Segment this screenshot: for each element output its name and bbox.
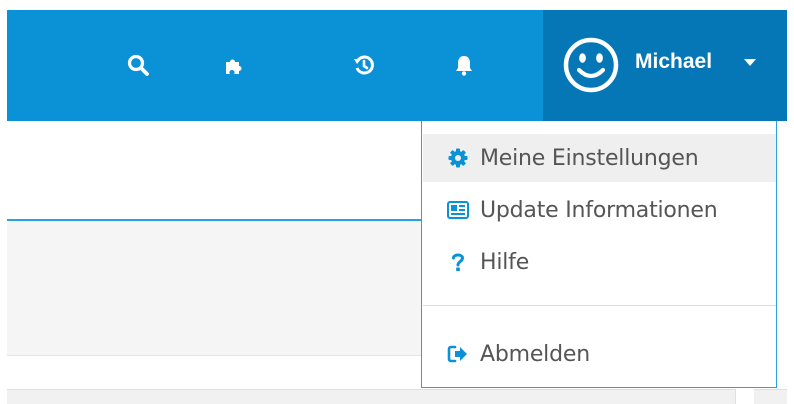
menu-item-help[interactable]: Hilfe bbox=[423, 238, 776, 286]
menu-item-logout[interactable]: Abmelden bbox=[423, 330, 776, 378]
content-panel bbox=[7, 221, 427, 356]
menu-item-label: Hilfe bbox=[480, 249, 530, 275]
caret-down-icon bbox=[744, 59, 756, 66]
menu-item-label: Update Informationen bbox=[480, 197, 718, 223]
content-header bbox=[7, 121, 427, 221]
menu-item-label: Abmelden bbox=[480, 341, 590, 367]
user-menu-toggle[interactable]: Michael bbox=[543, 10, 787, 121]
user-name: Michael bbox=[635, 50, 713, 73]
content-row bbox=[7, 389, 787, 404]
top-navigation-bar: Michael bbox=[7, 10, 787, 121]
history-icon[interactable] bbox=[347, 48, 381, 82]
menu-item-settings[interactable]: Meine Einstellungen bbox=[423, 134, 776, 182]
user-dropdown-menu: Meine Einstellungen Update Informationen bbox=[421, 121, 777, 388]
search-icon[interactable] bbox=[121, 48, 155, 82]
puzzle-icon[interactable] bbox=[217, 48, 251, 82]
scrollbar[interactable] bbox=[735, 389, 754, 404]
menu-item-update-info[interactable]: Update Informationen bbox=[423, 186, 776, 234]
page: Michael Meine Einstellungen Update Infor… bbox=[0, 0, 794, 404]
newspaper-icon bbox=[447, 199, 469, 221]
question-icon bbox=[447, 251, 469, 273]
smiley-icon bbox=[561, 35, 621, 95]
bell-icon[interactable] bbox=[447, 48, 481, 82]
menu-item-label: Meine Einstellungen bbox=[480, 145, 699, 171]
sign-out-icon bbox=[447, 343, 469, 365]
gear-icon bbox=[447, 147, 469, 169]
menu-divider bbox=[423, 305, 776, 306]
